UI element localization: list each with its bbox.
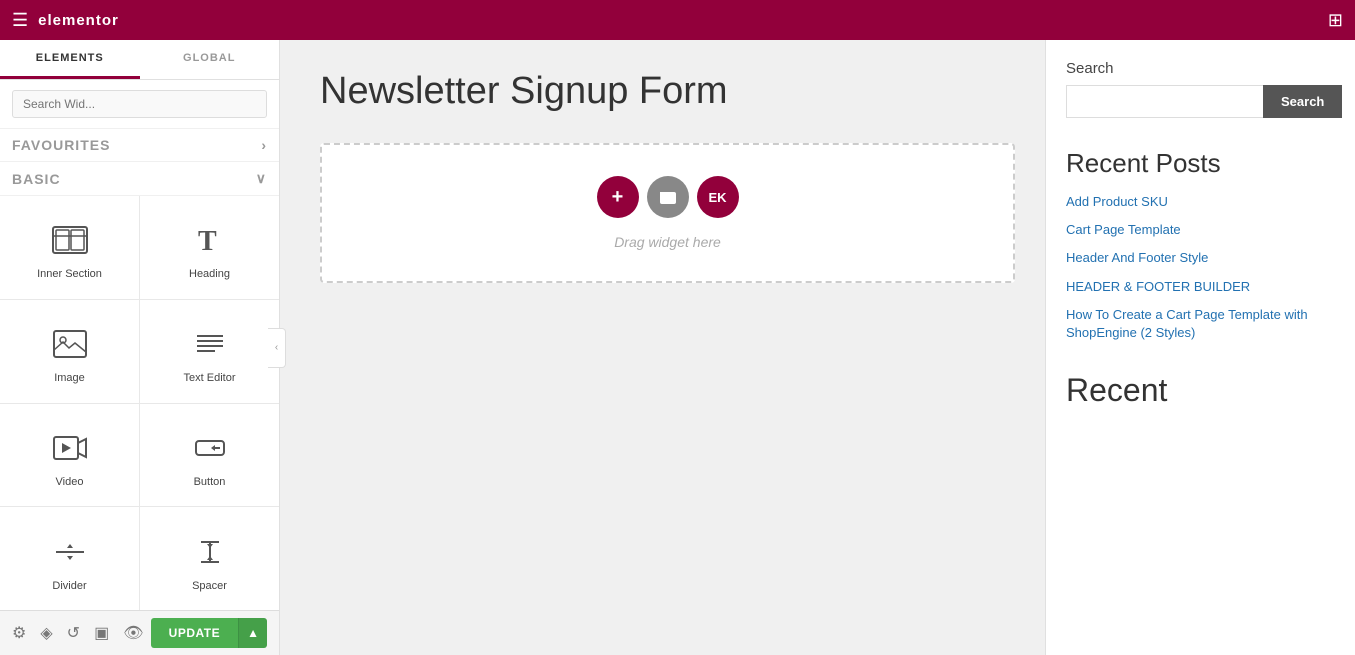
- update-btn-group: UPDATE ▲: [151, 618, 267, 648]
- sidebar-tabs: ELEMENTS GLOBAL: [0, 40, 279, 80]
- inner-section-icon: [50, 220, 90, 260]
- chevron-down-icon: ∨: [256, 170, 267, 187]
- settings-icon[interactable]: ⚙: [12, 623, 26, 643]
- search-input[interactable]: [12, 90, 267, 118]
- responsive-icon[interactable]: ▣: [94, 623, 109, 643]
- page-title: Newsletter Signup Form: [320, 70, 1015, 113]
- recent-title: Recent: [1066, 372, 1335, 409]
- video-label: Video: [56, 476, 84, 488]
- recent-post-4[interactable]: How To Create a Cart Page Template with …: [1066, 306, 1335, 342]
- add-section-button[interactable]: +: [597, 176, 639, 218]
- widgets-grid: Inner Section T Heading: [0, 196, 279, 610]
- image-label: Image: [54, 372, 85, 384]
- text-editor-icon: [190, 324, 230, 364]
- update-button[interactable]: UPDATE: [151, 618, 238, 648]
- search-label: Search: [1066, 60, 1335, 77]
- recent-post-1[interactable]: Cart Page Template: [1066, 221, 1335, 239]
- text-editor-label: Text Editor: [184, 372, 236, 384]
- collapse-sidebar-handle[interactable]: ‹: [268, 328, 286, 368]
- spacer-label: Spacer: [192, 580, 227, 592]
- apps-icon[interactable]: ⊞: [1328, 10, 1343, 31]
- inner-section-label: Inner Section: [37, 268, 102, 280]
- widget-spacer[interactable]: Spacer: [140, 507, 279, 610]
- chevron-right-icon: ›: [261, 137, 267, 153]
- basic-label: BASIC: [12, 171, 61, 187]
- recent-post-0[interactable]: Add Product SKU: [1066, 193, 1335, 211]
- heading-icon: T: [190, 220, 230, 260]
- right-search-input[interactable]: [1066, 85, 1263, 118]
- eye-icon[interactable]: 👁: [123, 623, 143, 643]
- layers-icon[interactable]: ◈: [40, 623, 52, 643]
- folder-button[interactable]: [647, 176, 689, 218]
- logo-text: elementor: [38, 12, 119, 29]
- widget-text-editor[interactable]: Text Editor: [140, 300, 279, 403]
- button-icon: [190, 428, 230, 468]
- spacer-icon: [190, 532, 230, 572]
- button-label: Button: [194, 476, 226, 488]
- recent-post-2[interactable]: Header And Footer Style: [1066, 249, 1335, 267]
- divider-icon: [50, 532, 90, 572]
- recent-posts-title: Recent Posts: [1066, 148, 1335, 179]
- sidebar-search-container: [0, 80, 279, 129]
- right-search-button[interactable]: Search: [1263, 85, 1342, 118]
- drop-hint: Drag widget here: [614, 234, 721, 250]
- update-dropdown-button[interactable]: ▲: [238, 618, 267, 648]
- sidebar: ELEMENTS GLOBAL FAVOURITES › BASIC ∨: [0, 40, 280, 655]
- heading-label: Heading: [189, 268, 230, 280]
- top-bar: ☰ elementor ⊞: [0, 0, 1355, 40]
- content-area: Newsletter Signup Form + EK Drag widget …: [280, 40, 1045, 655]
- svg-text:T: T: [198, 226, 217, 256]
- ek-button[interactable]: EK: [697, 176, 739, 218]
- widget-divider[interactable]: Divider: [0, 507, 139, 610]
- widget-heading[interactable]: T Heading: [140, 196, 279, 299]
- history-icon[interactable]: ↺: [67, 623, 80, 643]
- hamburger-icon[interactable]: ☰: [12, 10, 28, 31]
- image-icon: [50, 324, 90, 364]
- widget-button[interactable]: Button: [140, 404, 279, 507]
- widget-inner-section[interactable]: Inner Section: [0, 196, 139, 299]
- favourites-section[interactable]: FAVOURITES ›: [0, 129, 279, 162]
- basic-section[interactable]: BASIC ∨: [0, 162, 279, 196]
- video-icon: [50, 428, 90, 468]
- favourites-label: FAVOURITES: [12, 137, 110, 153]
- widget-image[interactable]: Image: [0, 300, 139, 403]
- right-panel: Search Search Recent Posts Add Product S…: [1045, 40, 1355, 655]
- recent-post-3[interactable]: HEADER & FOOTER BUILDER: [1066, 278, 1335, 296]
- divider-label: Divider: [52, 580, 86, 592]
- tab-elements[interactable]: ELEMENTS: [0, 40, 140, 79]
- sidebar-footer: ⚙ ◈ ↺ ▣ 👁 UPDATE ▲: [0, 610, 279, 655]
- widget-video[interactable]: Video: [0, 404, 139, 507]
- drop-zone: + EK Drag widget here: [320, 143, 1015, 283]
- tab-global[interactable]: GLOBAL: [140, 40, 280, 79]
